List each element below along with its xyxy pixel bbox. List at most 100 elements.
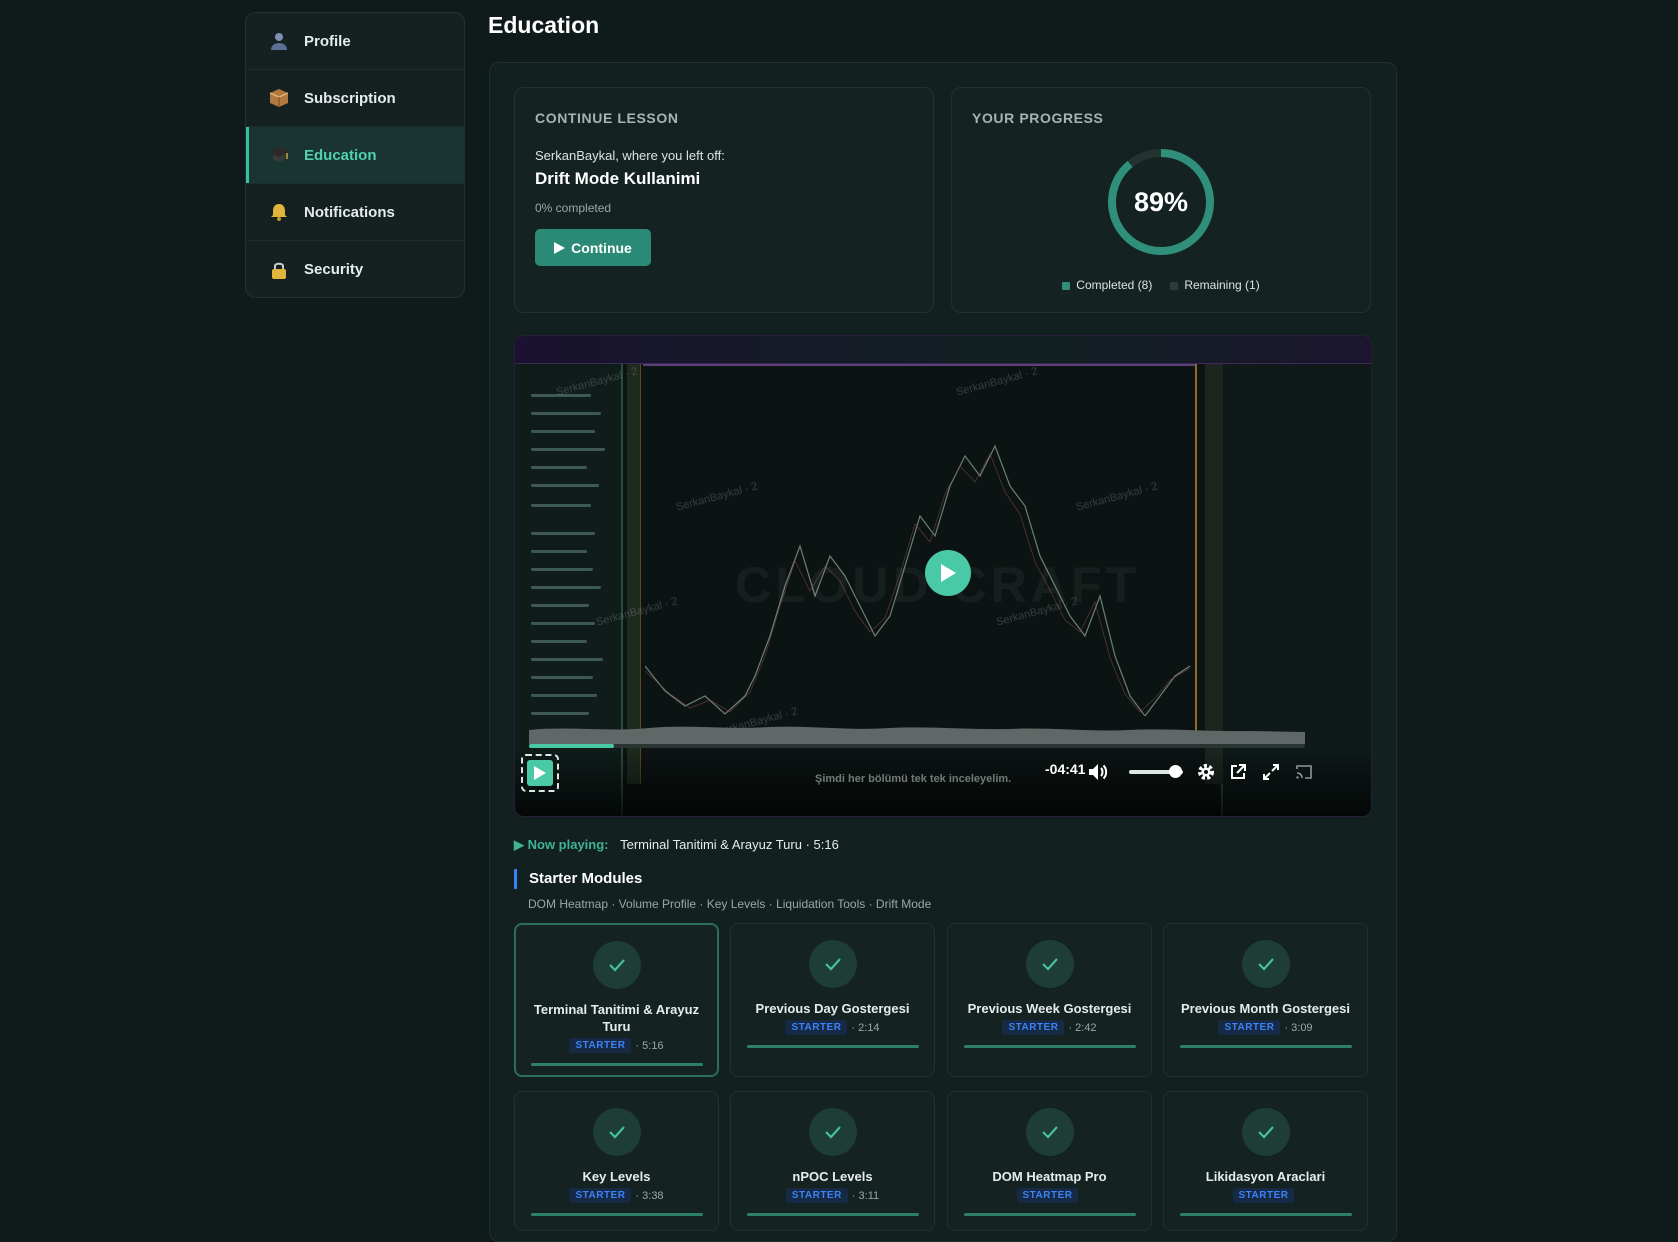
module-card[interactable]: Likidasyon Araclari STARTER (1163, 1091, 1368, 1231)
progress-heading: YOUR PROGRESS (972, 110, 1104, 126)
module-title: Previous Week Gostergesi (967, 1001, 1132, 1016)
continue-lesson-lead: SerkanBaykal, where you left off: (535, 148, 725, 163)
module-card[interactable]: Previous Day Gostergesi STARTER · 2:14 (730, 923, 935, 1077)
section-subtitle: DOM Heatmap · Volume Profile · Key Level… (528, 897, 932, 911)
check-icon (808, 1108, 857, 1156)
module-badge: STARTER (785, 1188, 848, 1203)
sidebar-item-education[interactable]: Education (246, 127, 464, 184)
check-icon (808, 940, 857, 988)
module-badge: STARTER (1016, 1188, 1079, 1203)
play-icon (554, 241, 566, 254)
video-audio-waveform (529, 726, 1305, 744)
settings-gear-icon[interactable] (1195, 761, 1217, 783)
sidebar-item-label: Security (304, 261, 364, 278)
module-title: Terminal Tanitimi & Arayuz Turu (533, 1002, 700, 1034)
section-title: Starter Modules (514, 869, 642, 889)
module-badge: STARTER (569, 1038, 632, 1053)
video-time-remaining: -04:41 (1045, 761, 1086, 777)
settings-sidebar: Profile Subscription Education Notificat… (245, 12, 465, 298)
module-card[interactable]: DOM Heatmap Pro STARTER (947, 1091, 1152, 1231)
module-title: Likidasyon Araclari (1205, 1169, 1326, 1184)
check-icon (1025, 1108, 1074, 1156)
module-badge: STARTER (1218, 1020, 1281, 1035)
module-progress-bar (746, 1045, 919, 1048)
sidebar-item-label: Subscription (304, 89, 396, 107)
continue-lesson-heading: CONTINUE LESSON (535, 110, 679, 126)
module-duration: · 3:11 (851, 1189, 880, 1202)
video-play-button[interactable] (521, 754, 559, 792)
sidebar-item-profile[interactable]: Profile (246, 13, 464, 70)
package-icon (268, 87, 290, 109)
continue-button[interactable]: Continue (535, 229, 651, 266)
continue-lesson-progress: 0% completed (535, 201, 612, 215)
check-icon (592, 941, 641, 989)
check-icon (592, 1108, 641, 1156)
module-progress-bar (1179, 1213, 1352, 1216)
module-duration: · 5:16 (635, 1039, 664, 1052)
sidebar-item-label: Profile (304, 32, 351, 50)
module-duration: · 2:42 (1068, 1021, 1097, 1034)
module-title: Previous Month Gostergesi (1180, 1001, 1351, 1016)
check-icon (1025, 940, 1074, 988)
module-card[interactable]: Previous Month Gostergesi STARTER · 3:09 (1163, 923, 1368, 1077)
module-title: Key Levels (582, 1169, 651, 1184)
video-player[interactable]: CLOUD CRAFT SerkanBaykal · 2 SerkanBayka… (514, 335, 1372, 817)
cast-icon[interactable] (1293, 761, 1315, 783)
video-terminal-topbar (515, 336, 1371, 364)
module-card[interactable]: Previous Week Gostergesi STARTER · 2:42 (947, 923, 1152, 1077)
module-progress-bar (1179, 1045, 1352, 1048)
sidebar-item-label: Education (304, 146, 377, 164)
legend-remaining: Remaining (1) (1170, 278, 1260, 292)
fullscreen-icon[interactable] (1260, 761, 1282, 783)
lock-icon (268, 259, 290, 281)
legend-completed: Completed (8) (1062, 278, 1152, 292)
now-playing-label: ▶ Now playing: (514, 837, 609, 852)
module-progress-bar (530, 1213, 703, 1216)
module-progress-bar (746, 1213, 919, 1216)
play-icon (941, 564, 956, 582)
video-seek-bar[interactable] (529, 744, 1305, 748)
bell-icon (268, 201, 290, 223)
module-title: DOM Heatmap Pro (992, 1169, 1107, 1184)
now-playing-title: Terminal Tanitimi & Arayuz Turu · 5:16 (620, 837, 839, 852)
module-duration: · 2:14 (851, 1021, 880, 1034)
module-title: nPOC Levels (792, 1169, 873, 1184)
module-badge: STARTER (1002, 1020, 1065, 1035)
module-duration: · 3:09 (1284, 1021, 1313, 1034)
module-progress-bar (963, 1045, 1136, 1048)
progress-legend: Completed (8) Remaining (1) (952, 278, 1370, 292)
module-progress-bar (530, 1063, 703, 1066)
check-icon (1241, 1108, 1290, 1156)
volume-slider-handle[interactable] (1169, 765, 1182, 778)
video-seek-progress (529, 744, 614, 748)
sidebar-item-label: Notifications (304, 203, 395, 221)
module-card[interactable]: Key Levels STARTER · 3:38 (514, 1091, 719, 1231)
sidebar-item-subscription[interactable]: Subscription (246, 70, 464, 127)
sidebar-item-notifications[interactable]: Notifications (246, 184, 464, 241)
open-external-icon[interactable] (1227, 761, 1249, 783)
module-title: Previous Day Gostergesi (755, 1001, 910, 1016)
education-panel: CONTINUE LESSON SerkanBaykal, where you … (489, 62, 1397, 1242)
module-card[interactable]: nPOC Levels STARTER · 3:11 (730, 1091, 935, 1231)
video-subtitle: Şimdi her bölümü tek tek inceleyelim. (815, 773, 1012, 785)
module-progress-bar (963, 1213, 1136, 1216)
continue-lesson-title: Drift Mode Kullanimi (535, 169, 701, 188)
module-card[interactable]: Terminal Tanitimi & Arayuz Turu STARTER ·… (514, 923, 719, 1077)
module-badge: STARTER (569, 1188, 632, 1203)
now-playing: ▶ Now playing: Terminal Tanitimi & Arayu… (514, 837, 839, 853)
continue-lesson-card: CONTINUE LESSON SerkanBaykal, where you … (514, 87, 934, 313)
module-badge: STARTER (1232, 1188, 1295, 1203)
video-play-overlay-button[interactable] (925, 550, 971, 596)
play-icon (534, 766, 546, 780)
volume-icon[interactable] (1087, 761, 1109, 783)
sidebar-item-security[interactable]: Security (246, 241, 464, 297)
user-icon (268, 30, 290, 52)
continue-button-label: Continue (571, 239, 632, 256)
video-watermark: SerkanBaykal · 2 (954, 365, 1039, 399)
graduation-cap-icon (268, 144, 290, 166)
page-title: Education (488, 12, 600, 38)
progress-card: YOUR PROGRESS 89% Completed (8) Remainin… (951, 87, 1371, 313)
check-icon (1241, 940, 1290, 988)
progress-percent: 89% (1133, 186, 1189, 217)
module-badge: STARTER (785, 1020, 848, 1035)
